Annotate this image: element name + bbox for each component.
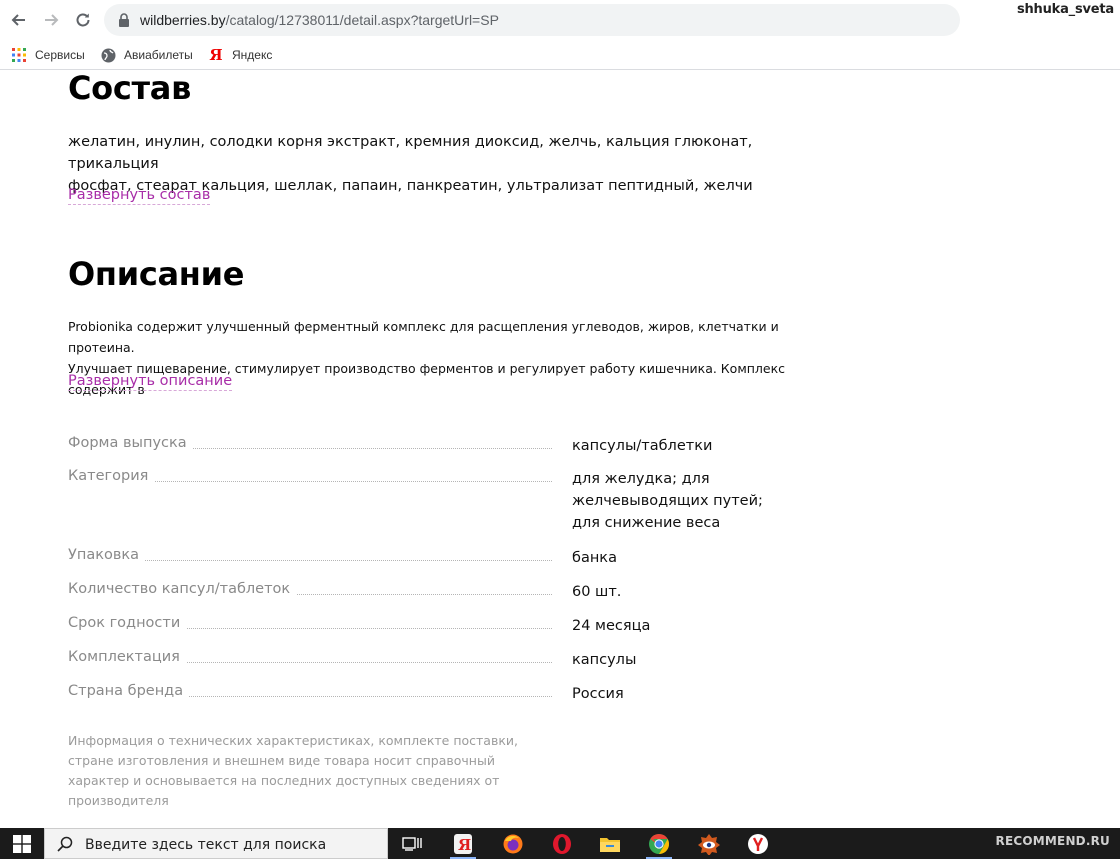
- windows-logo-icon: [13, 834, 31, 853]
- opera-icon: [553, 833, 571, 854]
- spec-value: Россия: [572, 686, 624, 702]
- spec-label: Срок годности: [68, 615, 187, 631]
- eye-app-icon: [698, 833, 720, 855]
- spec-row: Категория для желудка; для желчевыводящи…: [68, 468, 828, 531]
- bookmark-label: Авиабилеты: [124, 48, 193, 62]
- taskbar-firefox[interactable]: [496, 830, 530, 857]
- firefox-icon: [503, 834, 523, 853]
- taskbar-search-box[interactable]: Введите здесь текст для поиска: [44, 828, 388, 859]
- bookmark-flights[interactable]: Авиабилеты: [100, 46, 193, 64]
- profile-name: shhuka_sveta: [1016, 2, 1114, 17]
- spec-value: для желудка; для желчевыводящих путей; д…: [572, 471, 763, 531]
- spec-label: Комплектация: [68, 649, 186, 665]
- expand-composition-link[interactable]: Развернуть состав: [68, 187, 211, 205]
- composition-line: желатин, инулин, солодки корня экстракт,…: [68, 134, 753, 172]
- taskbar-yandex-browser[interactable]: Я: [446, 830, 480, 859]
- spec-row: Срок годности 24 месяца: [68, 615, 828, 637]
- url-path: /catalog/12738011/detail.aspx?targetUrl=…: [225, 12, 499, 28]
- spec-label: Страна бренда: [68, 683, 190, 699]
- spec-value: капсулы: [572, 652, 637, 668]
- spec-value: капсулы/таблетки: [572, 438, 713, 454]
- globe-icon: [100, 47, 116, 63]
- svg-text:Я: Я: [458, 836, 471, 854]
- taskbar-file-explorer[interactable]: [593, 830, 627, 857]
- recommend-watermark: RECOMMEND.RU: [995, 834, 1110, 848]
- spec-value: банка: [572, 550, 617, 566]
- taskbar-app-eye[interactable]: [692, 830, 726, 857]
- yandex-y-icon: [748, 833, 768, 854]
- composition-title: Состав: [68, 71, 192, 107]
- task-view-button[interactable]: [395, 830, 429, 857]
- windows-taskbar: Введите здесь текст для поиска Я RECOMME…: [0, 828, 1120, 859]
- chrome-icon: [649, 833, 669, 854]
- spec-value: 24 месяца: [572, 618, 651, 634]
- yandex-browser-icon: Я: [454, 833, 472, 854]
- spec-row: Форма выпуска капсулы/таблетки: [68, 435, 828, 457]
- expand-description-link[interactable]: Развернуть описание: [68, 373, 233, 391]
- lock-icon: [119, 13, 129, 27]
- description-line: Probionika содержит улучшенный ферментны…: [68, 319, 779, 355]
- url-host: wildberries.by: [140, 12, 226, 28]
- arrow-left-icon: [11, 14, 25, 26]
- spec-row: Комплектация капсулы: [68, 649, 828, 671]
- search-icon: [57, 836, 73, 852]
- reload-button[interactable]: [71, 8, 95, 32]
- bookmark-label: Яндекс: [232, 48, 273, 62]
- taskbar-opera[interactable]: [545, 830, 579, 857]
- url-text[interactable]: wildberries.by/catalog/12738011/detail.a…: [140, 12, 499, 28]
- spec-label: Упаковка: [68, 547, 146, 563]
- taskbar-chrome[interactable]: [642, 830, 676, 859]
- taskbar-search-placeholder: Введите здесь текст для поиска: [85, 837, 327, 853]
- spec-row: Количество капсул/таблеток 60 шт.: [68, 581, 828, 603]
- reload-icon: [76, 13, 90, 27]
- folder-icon: [600, 837, 620, 852]
- spec-label: Форма выпуска: [68, 435, 193, 451]
- apps-grid-icon: [11, 47, 27, 63]
- address-bar[interactable]: wildberries.by/catalog/12738011/detail.a…: [104, 4, 960, 36]
- bookmark-yandex[interactable]: Я Яндекс: [208, 46, 272, 64]
- bookmark-services[interactable]: Сервисы: [11, 46, 85, 64]
- task-view-icon: [402, 836, 422, 851]
- bookmarks-bar: Сервисы Авиабилеты Я Яндекс: [0, 40, 1120, 70]
- spec-label: Категория: [68, 468, 155, 484]
- spec-label: Количество капсул/таблеток: [68, 581, 297, 597]
- description-title: Описание: [68, 255, 245, 293]
- back-button[interactable]: [7, 8, 31, 32]
- bookmark-label: Сервисы: [35, 48, 85, 62]
- spec-row: Упаковка банка: [68, 547, 828, 569]
- browser-toolbar: wildberries.by/catalog/12738011/detail.a…: [0, 0, 1120, 40]
- spec-row: Страна бренда Россия: [68, 683, 828, 705]
- yandex-icon: Я: [209, 46, 223, 64]
- start-button[interactable]: [0, 828, 44, 859]
- forward-button[interactable]: [39, 8, 63, 32]
- spec-disclaimer: Информация о технических характеристиках…: [68, 733, 518, 808]
- product-detail-page: Состав желатин, инулин, солодки корня эк…: [0, 71, 1120, 828]
- spec-value: 60 шт.: [572, 584, 622, 600]
- taskbar-yandex[interactable]: [741, 830, 775, 857]
- arrow-right-icon: [45, 14, 59, 26]
